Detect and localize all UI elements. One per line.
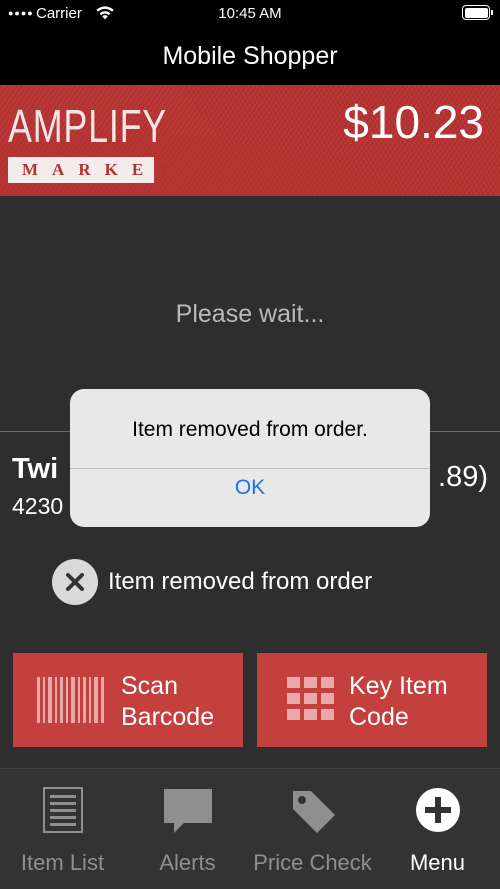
brand-sub-logo: MARKET — [8, 157, 169, 183]
wait-message: Please wait... — [175, 300, 325, 328]
scan-barcode-button[interactable]: Scan Barcode — [13, 653, 243, 747]
close-circle-icon — [52, 559, 98, 605]
tab-label: Menu — [409, 850, 466, 875]
removed-status-row: Item removed from order — [52, 558, 372, 606]
tab-label: Item List — [20, 850, 105, 875]
tab-item-list[interactable]: Item List — [0, 769, 125, 889]
scan-barcode-label: Scan Barcode — [121, 672, 215, 731]
store-banner: AMPLIFY MARKET $10.23 — [0, 85, 500, 196]
page-title: Mobile Shopper — [162, 42, 338, 70]
brand-logo: AMPLIFY — [8, 100, 167, 152]
nav-bar: Mobile Shopper — [0, 28, 500, 85]
ok-button[interactable]: OK — [70, 469, 430, 527]
removed-status-label: Item removed from order — [108, 568, 373, 595]
alert-title: Item removed from order. — [132, 418, 368, 441]
clock-time: 10:45 AM — [218, 5, 282, 22]
tab-price-check[interactable]: Price Check — [250, 769, 375, 889]
item-price: .89) — [438, 461, 488, 493]
plus-circle-icon — [415, 788, 460, 832]
key-item-code-button[interactable]: Key Item Code — [257, 653, 487, 747]
tab-bar: Item List Alerts Price Check Menu — [0, 768, 500, 889]
key-item-code-label: Key Item Code — [349, 672, 448, 731]
tab-alerts[interactable]: Alerts — [125, 769, 250, 889]
price-tag-icon — [292, 791, 335, 833]
item-name: Twi — [12, 453, 59, 485]
status-bar: ●●●● Carrier 10:45 AM — [0, 0, 500, 28]
battery-icon — [462, 5, 493, 20]
chat-bubble-icon — [163, 789, 212, 833]
item-code: 4230 — [12, 493, 64, 519]
alert-dialog: Item removed from order. OK — [70, 389, 430, 527]
tab-label: Alerts — [159, 850, 216, 875]
tab-menu[interactable]: Menu — [375, 769, 500, 889]
tab-label: Price Check — [253, 850, 372, 875]
keypad-icon — [287, 677, 334, 720]
list-icon — [42, 787, 83, 833]
order-total: $10.23 — [343, 96, 484, 148]
barcode-icon — [37, 677, 104, 723]
